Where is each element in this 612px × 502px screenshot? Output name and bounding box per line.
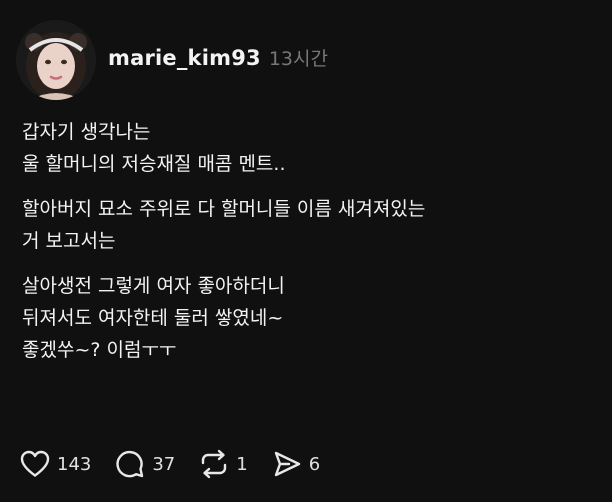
avatar[interactable] (16, 20, 96, 100)
post-text-line: 뒤져서도 여자한테 둘러 쌓였네~ (22, 307, 284, 329)
share-count: 6 (308, 453, 321, 475)
post-text-line: 좋겠쑤~? 이럼ㅜㅜ (22, 339, 177, 361)
post-meta: marie_kim93 13시간 (108, 44, 328, 71)
repost-count: 1 (236, 453, 248, 475)
comment-icon (116, 450, 144, 478)
post-timestamp: 13시간 (268, 47, 328, 70)
post-text-line: 갑자기 생각나는 (22, 121, 151, 143)
post-body: 갑자기 생각나는 울 할머니의 저승재질 매콤 멘트.. 할아버지 묘소 주위로… (22, 116, 592, 379)
heart-icon (20, 450, 50, 477)
send-icon (274, 451, 300, 477)
repost-button[interactable]: 1 (199, 449, 248, 479)
like-count: 143 (57, 453, 92, 475)
post-paragraph: 할아버지 묘소 주위로 다 할머니들 이름 새겨져있는 거 보고서는 (22, 193, 592, 257)
post-paragraph: 갑자기 생각나는 울 할머니의 저승재질 매콤 멘트.. (22, 116, 592, 180)
post-paragraph: 살아생전 그렇게 여자 좋아하더니 뒤져서도 여자한테 둘러 쌓였네~ 좋겠쑤~… (22, 270, 592, 366)
post-text-line: 거 보고서는 (22, 230, 116, 252)
post-text-line: 할아버지 묘소 주위로 다 할머니들 이름 새겨져있는 (22, 198, 426, 220)
reply-count: 37 (152, 453, 176, 475)
like-button[interactable]: 143 (20, 450, 91, 478)
post-actions: 143 37 1 6 (20, 448, 344, 480)
post-header: marie_kim93 13시간 (16, 20, 328, 100)
post-text-line: 살아생전 그렇게 여자 좋아하더니 (22, 275, 285, 297)
repost-icon (202, 449, 227, 479)
post-text-line: 울 할머니의 저승재질 매콤 멘트.. (22, 153, 286, 175)
share-button[interactable]: 6 (272, 449, 320, 479)
username[interactable]: marie_kim93 (108, 46, 261, 70)
profile-photo-avatar (16, 20, 96, 100)
reply-button[interactable]: 37 (115, 449, 175, 479)
thread-post: marie_kim93 13시간 갑자기 생각나는 울 할머니의 저승재질 매콤… (0, 0, 612, 502)
